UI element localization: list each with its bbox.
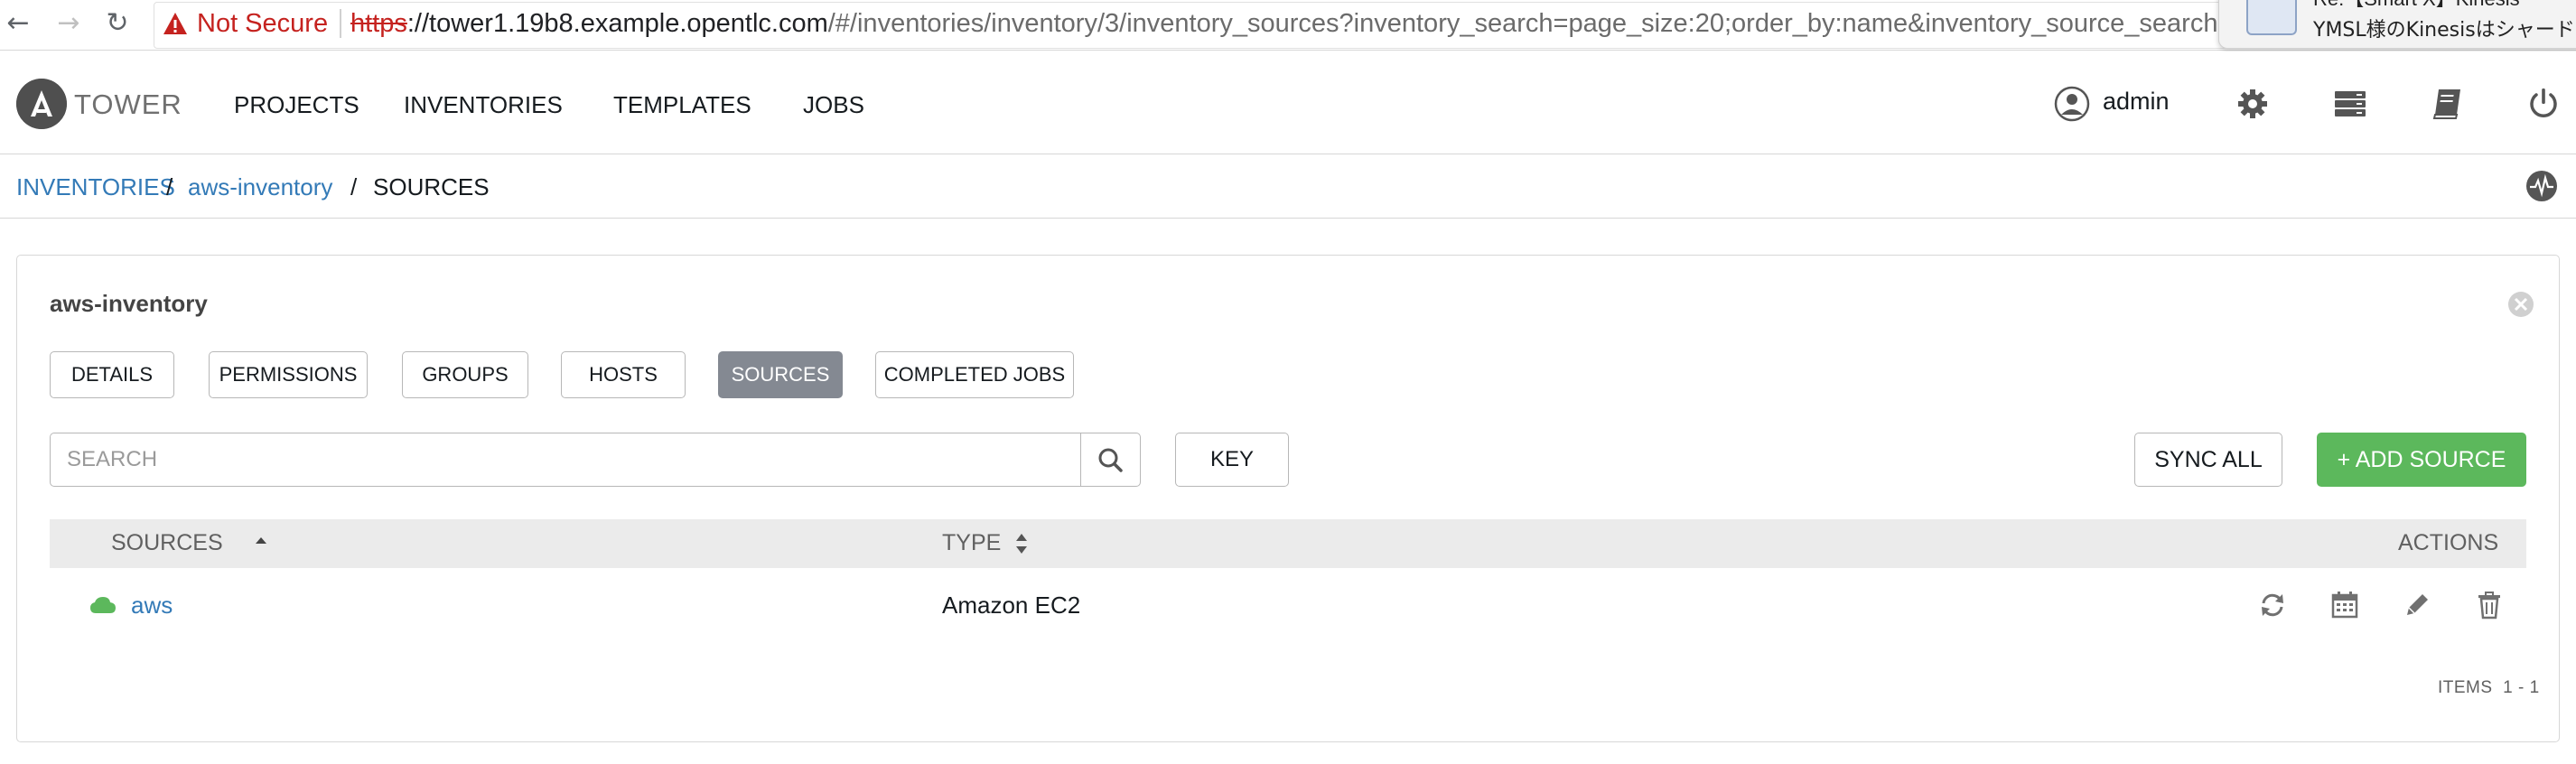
cloud-status-icon[interactable]	[89, 595, 117, 615]
tab-hosts[interactable]: HOSTS	[561, 351, 686, 398]
system-notification[interactable]: Re:【Smart X】Kinesis YMSL様のKinesisはシャードが	[2218, 0, 2576, 49]
items-count: ITEMS 1 - 1	[2438, 678, 2540, 698]
source-type: Amazon EC2	[942, 592, 1081, 619]
url-scheme: https	[350, 9, 407, 38]
search-icon	[1098, 448, 1123, 472]
breadcrumb-aws-inventory[interactable]: aws-inventory	[188, 173, 332, 201]
edit-pencil-icon[interactable]	[2402, 590, 2432, 620]
key-button[interactable]: KEY	[1175, 433, 1289, 487]
nav-projects[interactable]: PROJECTS	[234, 91, 359, 119]
breadcrumb-inventories[interactable]: INVENTORIES	[16, 173, 175, 201]
column-type[interactable]: TYPE	[942, 530, 1001, 556]
mail-icon	[2246, 0, 2297, 35]
browser-toolbar: ← → ↻ Not Secure https://tower1.19b8.exa…	[0, 0, 2576, 51]
panel-title: aws-inventory	[50, 290, 208, 317]
sync-all-button[interactable]: SYNC ALL	[2134, 433, 2282, 487]
not-secure-label: Not Secure	[197, 9, 329, 38]
nav-jobs[interactable]: JOBS	[803, 91, 864, 119]
items-range: 1 - 1	[2503, 678, 2540, 697]
nav-templates[interactable]: TEMPLATES	[613, 91, 751, 119]
notification-body: YMSL様のKinesisはシャードが	[2313, 19, 2576, 42]
user-name[interactable]: admin	[2103, 88, 2170, 116]
delete-trash-icon[interactable]	[2474, 590, 2505, 620]
table-row: aws Amazon EC2	[50, 568, 2526, 640]
activity-stream-icon[interactable]	[2525, 170, 2558, 202]
tab-details[interactable]: DETAILS	[50, 351, 174, 398]
url-path: /#/inventories/inventory/3/inventory_sou…	[827, 9, 2234, 38]
sync-icon[interactable]	[2257, 590, 2288, 620]
tab-sources[interactable]: SOURCES	[718, 351, 843, 398]
tab-groups[interactable]: GROUPS	[402, 351, 528, 398]
reload-icon[interactable]: ↻	[101, 7, 134, 40]
url-text[interactable]: https://tower1.19b8.example.opentlc.com/…	[350, 9, 2233, 39]
server-icon[interactable]	[2332, 86, 2368, 122]
tab-completed-jobs[interactable]: COMPLETED JOBS	[875, 351, 1074, 398]
search-button[interactable]	[1080, 433, 1140, 486]
search-box	[50, 433, 1141, 487]
calendar-icon[interactable]	[2329, 590, 2360, 620]
sort-ascending-icon[interactable]	[252, 530, 270, 557]
warning-icon	[163, 13, 187, 34]
search-input[interactable]	[51, 433, 1080, 486]
close-icon[interactable]	[2506, 290, 2535, 319]
user-icon[interactable]	[2054, 86, 2090, 122]
forward-arrow-icon[interactable]: →	[52, 7, 85, 40]
breadcrumb-sources: SOURCES	[373, 173, 490, 200]
logo-text[interactable]: TOWER	[74, 89, 182, 121]
add-source-button[interactable]: + ADD SOURCE	[2317, 433, 2526, 487]
top-navigation: TOWER PROJECTS INVENTORIES TEMPLATES JOB…	[0, 51, 2576, 154]
items-label: ITEMS	[2438, 678, 2493, 697]
source-name-link[interactable]: aws	[131, 592, 173, 620]
gear-icon[interactable]	[2235, 86, 2271, 122]
notification-title: Re:【Smart X】Kinesis	[2313, 0, 2520, 12]
url-divider	[340, 9, 341, 38]
breadcrumb: INVENTORIES / aws-inventory / SOURCES	[0, 155, 2576, 219]
tab-permissions[interactable]: PERMISSIONS	[209, 351, 368, 398]
breadcrumb-separator: /	[350, 173, 358, 200]
book-icon[interactable]	[2430, 86, 2466, 122]
power-icon[interactable]	[2525, 86, 2562, 122]
back-arrow-icon[interactable]: ←	[2, 7, 34, 40]
url-host: ://tower1.19b8.example.opentlc.com	[406, 9, 828, 38]
inventory-panel: aws-inventory DETAILS PERMISSIONS GROUPS…	[16, 255, 2560, 742]
breadcrumb-separator: /	[166, 173, 173, 200]
sort-icon[interactable]	[1013, 530, 1031, 557]
column-sources[interactable]: SOURCES	[111, 530, 223, 556]
column-actions: ACTIONS	[2398, 530, 2499, 555]
table-header: SOURCES TYPE ACTIONS	[50, 519, 2526, 568]
nav-inventories[interactable]: INVENTORIES	[404, 91, 563, 119]
tower-logo-icon[interactable]	[16, 79, 67, 129]
